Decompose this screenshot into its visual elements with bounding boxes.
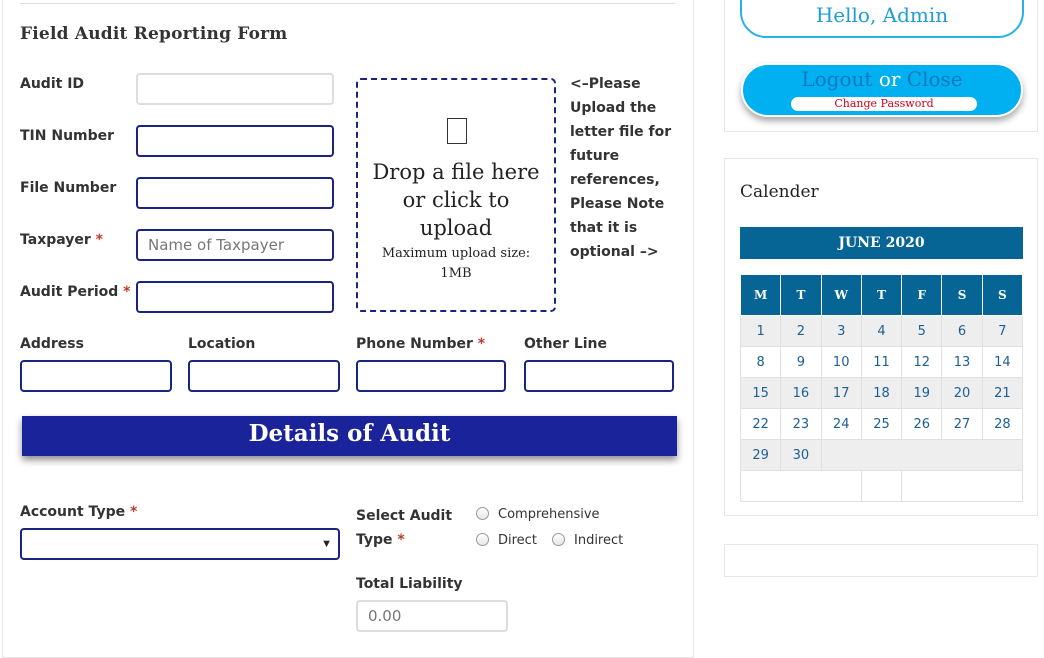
calendar-title: Calender: [740, 182, 819, 202]
weekday-header: T: [780, 274, 822, 316]
calendar-week: 15 16 17 18 19 20 21: [739, 377, 1024, 409]
audit-id-label: Audit ID: [20, 76, 85, 92]
calendar-day[interactable]: 7: [981, 315, 1024, 347]
weekday-header: T: [860, 274, 903, 316]
calendar-grid: M T W T F S S 1 2 3 4 5 6 7 8 9 10 11 12…: [739, 274, 1024, 502]
calendar-day[interactable]: 25: [860, 408, 903, 440]
logout-row: Logout or Close: [743, 67, 1021, 91]
file-dropzone[interactable]: Drop a file here or click to upload Maxi…: [356, 78, 556, 312]
calendar-day[interactable]: 5: [901, 315, 943, 347]
calendar-day[interactable]: 20: [941, 377, 983, 409]
radio-direct[interactable]: [476, 533, 489, 546]
taxpayer-placeholder: Name of Taxpayer: [148, 236, 284, 254]
change-password-button[interactable]: Change Password: [791, 97, 977, 111]
calendar-week: 8 9 10 11 12 13 14: [739, 346, 1024, 378]
audit-type-label: Select Audit Type *: [356, 508, 453, 548]
location-input[interactable]: [188, 360, 340, 392]
calendar-day[interactable]: 15: [739, 377, 782, 409]
calendar-day[interactable]: 2: [780, 315, 822, 347]
calendar-day[interactable]: 8: [739, 346, 782, 378]
calendar-week: [740, 470, 1023, 502]
calendar-day[interactable]: 26: [901, 408, 943, 440]
calendar-day[interactable]: 21: [981, 377, 1024, 409]
calendar-day[interactable]: 9: [780, 346, 822, 378]
weekday-header: F: [901, 274, 943, 316]
audit-period-label: Audit Period *: [20, 284, 131, 300]
calendar-day[interactable]: 3: [820, 315, 862, 347]
calendar-day[interactable]: 10: [820, 346, 862, 378]
section-title: Details of Audit: [22, 416, 677, 456]
calendar-day[interactable]: 14: [981, 346, 1024, 378]
calendar-day[interactable]: 23: [780, 408, 822, 440]
address-label: Address: [20, 336, 84, 352]
calendar-day[interactable]: 11: [860, 346, 903, 378]
greeting-button[interactable]: Hello, Admin: [740, 0, 1024, 38]
radio-indirect-label: Indirect: [574, 533, 624, 548]
phone-number-input[interactable]: [356, 360, 506, 392]
max-upload-size: Maximum upload size: 1MB: [381, 246, 531, 281]
calendar-blank: [740, 470, 862, 502]
account-type-select[interactable]: ▼: [20, 528, 340, 560]
calendar-blank: [860, 470, 903, 502]
close-link[interactable]: Close: [907, 67, 963, 91]
calendar-blank: [820, 439, 1024, 471]
calendar-day[interactable]: 13: [941, 346, 983, 378]
total-liability-input[interactable]: 0.00: [356, 600, 508, 632]
calendar-day[interactable]: 29: [739, 439, 782, 471]
radio-direct-label: Direct: [498, 533, 537, 548]
audit-id-input[interactable]: [136, 73, 334, 105]
dropzone-text: Drop a file here or click to upload: [372, 160, 540, 240]
taxpayer-label: Taxpayer *: [20, 232, 103, 248]
weekday-header: S: [941, 274, 983, 316]
calendar-day[interactable]: 24: [820, 408, 862, 440]
file-number-input[interactable]: [136, 177, 334, 209]
divider: [20, 3, 675, 4]
taxpayer-input[interactable]: Name of Taxpayer: [136, 229, 334, 261]
weekday-header: M: [739, 274, 782, 316]
address-input[interactable]: [20, 360, 172, 392]
radio-indirect[interactable]: [552, 533, 565, 546]
calendar-month: JUNE 2020: [740, 227, 1023, 259]
calendar-day[interactable]: 27: [941, 408, 983, 440]
weekday-header: S: [981, 274, 1024, 316]
total-liability-label: Total Liability: [356, 576, 463, 592]
calendar-week: 1 2 3 4 5 6 7: [739, 315, 1024, 347]
calendar-day[interactable]: 28: [981, 408, 1024, 440]
tin-number-input[interactable]: [136, 125, 334, 157]
empty-panel: [724, 544, 1038, 577]
calendar-day[interactable]: 19: [901, 377, 943, 409]
radio-comprehensive[interactable]: [476, 507, 489, 520]
or-text: or: [878, 67, 901, 91]
other-line-label: Other Line: [524, 336, 608, 352]
calendar-day[interactable]: 12: [901, 346, 943, 378]
calendar-day[interactable]: 30: [780, 439, 822, 471]
calendar-blank: [901, 470, 1023, 502]
calendar-day[interactable]: 4: [860, 315, 903, 347]
weekday-header: W: [820, 274, 862, 316]
calendar-day[interactable]: 6: [941, 315, 983, 347]
calendar-day[interactable]: 22: [739, 408, 782, 440]
form-title: Field Audit Reporting Form: [20, 24, 288, 44]
calendar-day[interactable]: 16: [780, 377, 822, 409]
calendar-day[interactable]: 18: [860, 377, 903, 409]
calendar-day[interactable]: 17: [820, 377, 862, 409]
account-type-label: Account Type *: [20, 504, 138, 520]
greeting-text: Hello, Admin: [815, 3, 949, 27]
radio-comprehensive-label: Comprehensive: [498, 507, 600, 522]
file-number-label: File Number: [20, 180, 117, 196]
account-actions: Logout or Close Change Password: [741, 63, 1023, 117]
calendar-day[interactable]: 1: [739, 315, 782, 347]
tin-number-label: TIN Number: [20, 128, 115, 144]
logout-link[interactable]: Logout: [801, 67, 872, 91]
location-label: Location: [188, 336, 256, 352]
calendar-week: 29 30: [739, 439, 1024, 471]
dropdown-caret-icon: ▼: [321, 538, 332, 550]
total-liability-placeholder: 0.00: [368, 607, 402, 625]
phone-number-label: Phone Number *: [356, 336, 486, 352]
upload-note: <–Please Upload the letter file for futu…: [570, 76, 672, 260]
file-icon: [447, 118, 467, 144]
calendar-week: 22 23 24 25 26 27 28: [739, 408, 1024, 440]
other-line-input[interactable]: [524, 360, 674, 392]
audit-period-input[interactable]: [136, 281, 334, 313]
